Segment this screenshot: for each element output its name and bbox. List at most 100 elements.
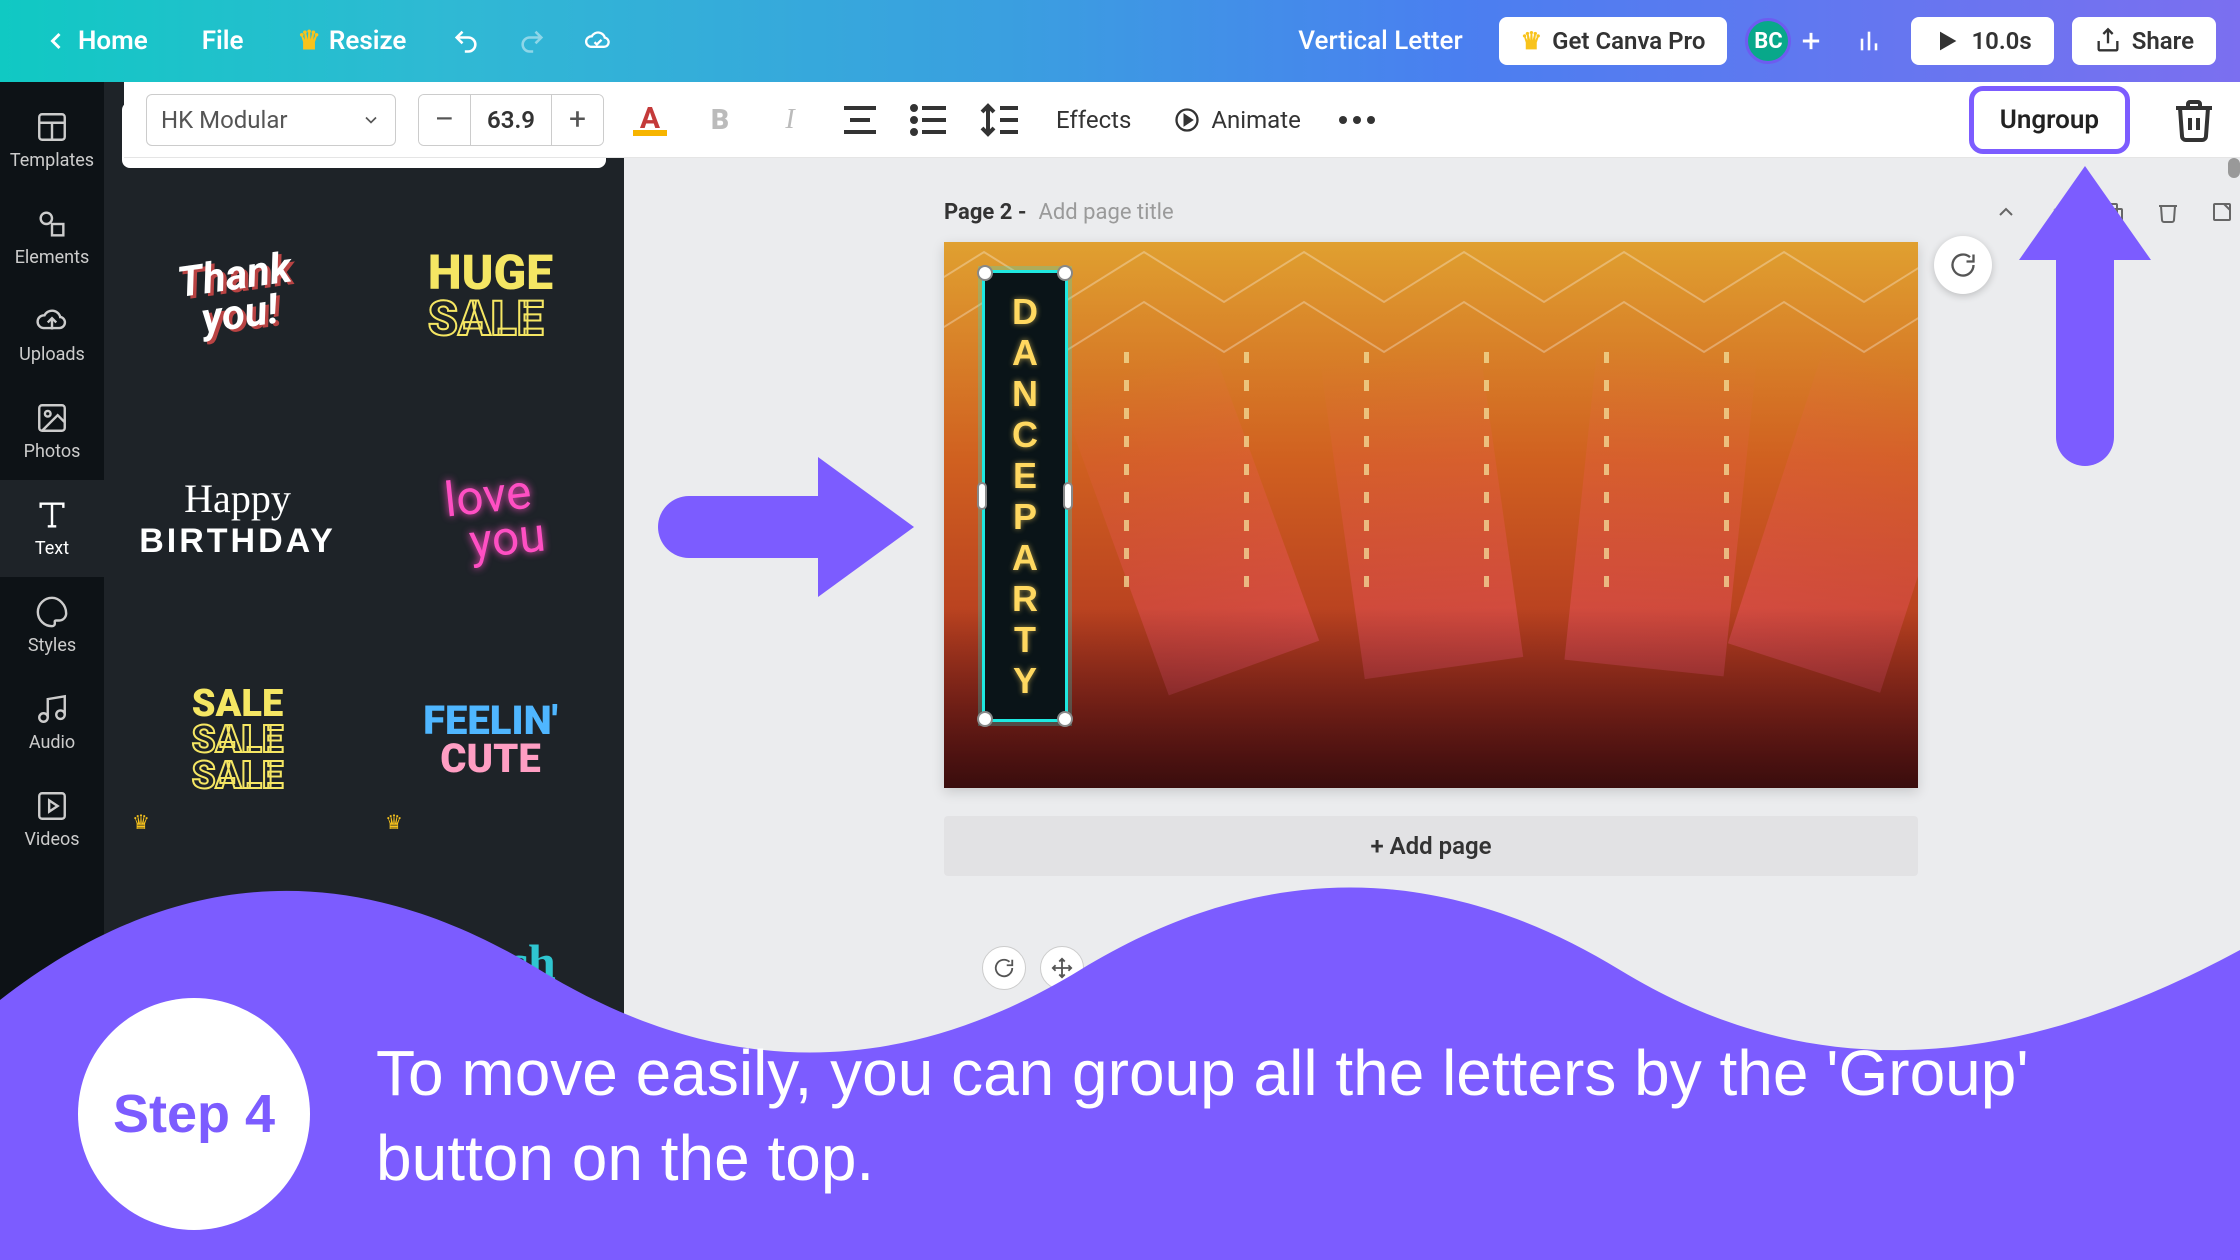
animate-button[interactable]: Animate bbox=[1163, 100, 1310, 140]
get-pro-button[interactable]: ♛ Get Canva Pro bbox=[1499, 17, 1728, 65]
avatar[interactable]: BC bbox=[1745, 18, 1791, 64]
bold-button[interactable]: B bbox=[696, 96, 744, 144]
selection-handle[interactable] bbox=[1057, 711, 1073, 727]
delete-button[interactable] bbox=[2170, 96, 2218, 144]
move-icon bbox=[1051, 957, 1073, 979]
new-page-icon bbox=[2210, 200, 2234, 224]
rotate-handle[interactable] bbox=[982, 946, 1026, 990]
light-string-decor bbox=[1604, 352, 1609, 588]
chevron-down-icon bbox=[361, 110, 381, 130]
text-template-sale-sale-sale[interactable]: SALESALESALE ♛ bbox=[122, 640, 353, 840]
music-icon bbox=[35, 692, 69, 726]
rail-uploads[interactable]: Uploads bbox=[0, 286, 104, 383]
dp-letter: A bbox=[1012, 537, 1038, 578]
trash-icon bbox=[2170, 96, 2218, 144]
bar-chart-icon bbox=[1855, 27, 1883, 55]
rail-text[interactable]: Text bbox=[0, 480, 104, 577]
rail-elements[interactable]: Elements bbox=[0, 189, 104, 286]
redo-button[interactable] bbox=[508, 17, 556, 65]
document-title[interactable]: Vertical Letter bbox=[1298, 26, 1462, 56]
redo-icon bbox=[518, 27, 546, 55]
spacing-button[interactable] bbox=[976, 96, 1024, 144]
templates-icon bbox=[35, 110, 69, 144]
light-string-decor bbox=[1724, 352, 1729, 588]
crown-icon: ♛ bbox=[298, 26, 321, 56]
font-size-group: – + bbox=[418, 94, 604, 146]
text-template-thank-you[interactable]: Thankyou! bbox=[122, 196, 353, 396]
context-toolbar: HK Modular – + A B I Effects Animate Ung… bbox=[124, 82, 2240, 158]
annotation-arrow-up bbox=[2020, 166, 2150, 466]
add-collaborator-button[interactable] bbox=[1795, 25, 1827, 57]
top-bar: Home File ♛ Resize Vertical Letter ♛ Get… bbox=[0, 0, 2240, 82]
rail-photos[interactable]: Photos bbox=[0, 383, 104, 480]
share-button[interactable]: Share bbox=[2072, 17, 2216, 65]
home-label: Home bbox=[78, 26, 148, 56]
selection-handle[interactable] bbox=[1063, 482, 1073, 510]
refresh-icon bbox=[1949, 251, 1977, 279]
list-button[interactable] bbox=[906, 96, 954, 144]
text-template-huge-sale[interactable]: HUGESALE bbox=[375, 196, 606, 396]
resize-button[interactable]: ♛ Resize bbox=[280, 16, 425, 66]
text-template-happy-birthday[interactable]: HappyBIRTHDAY bbox=[122, 418, 353, 618]
collaborators: BC bbox=[1745, 18, 1827, 64]
selection-handle[interactable] bbox=[977, 711, 993, 727]
text-template-love-you[interactable]: loveyou bbox=[375, 418, 606, 618]
selection-handle[interactable] bbox=[1057, 265, 1073, 281]
align-button[interactable] bbox=[836, 96, 884, 144]
cloud-check-icon bbox=[584, 27, 612, 55]
dp-letter: D bbox=[1012, 291, 1038, 332]
ungroup-button[interactable]: Ungroup bbox=[1969, 86, 2130, 154]
rail-audio[interactable]: Audio bbox=[0, 674, 104, 771]
light-string-decor bbox=[1484, 352, 1489, 588]
plus-icon bbox=[1797, 27, 1825, 55]
palette-icon bbox=[35, 595, 69, 629]
add-page-button[interactable]: + Add page bbox=[944, 816, 1918, 876]
page-title-input[interactable]: Add page title bbox=[1039, 200, 1174, 225]
text-icon bbox=[35, 498, 69, 532]
font-family-select[interactable]: HK Modular bbox=[146, 94, 396, 146]
crown-icon: ♛ bbox=[1521, 27, 1543, 55]
rail-templates[interactable]: Templates bbox=[0, 92, 104, 189]
font-size-increase[interactable]: + bbox=[551, 95, 603, 145]
light-string-decor bbox=[1124, 352, 1129, 588]
color-swatch bbox=[633, 130, 667, 136]
more-button[interactable] bbox=[1333, 96, 1381, 144]
rail-styles[interactable]: Styles bbox=[0, 577, 104, 674]
italic-button[interactable]: I bbox=[766, 96, 814, 144]
list-icon bbox=[906, 96, 954, 144]
regenerate-button[interactable] bbox=[1934, 236, 1992, 294]
effects-button[interactable]: Effects bbox=[1046, 100, 1141, 140]
insights-button[interactable] bbox=[1845, 17, 1893, 65]
cloud-sync-button[interactable] bbox=[574, 17, 622, 65]
page-number-label: Page 2 - bbox=[944, 200, 1027, 225]
design-canvas[interactable]: D A N C E P A R T Y bbox=[944, 242, 1918, 788]
new-page-button[interactable] bbox=[2204, 194, 2240, 230]
selection-handle[interactable] bbox=[977, 482, 987, 510]
file-menu[interactable]: File bbox=[184, 16, 262, 66]
present-button[interactable]: 10.0s bbox=[1911, 17, 2053, 65]
chevron-left-icon bbox=[42, 27, 70, 55]
rail-videos[interactable]: Videos bbox=[0, 771, 104, 868]
delete-page-button[interactable] bbox=[2150, 194, 2186, 230]
cloud-upload-icon bbox=[35, 304, 69, 338]
dp-letter: P bbox=[1013, 496, 1037, 537]
animate-icon bbox=[1173, 106, 1201, 134]
dp-letter: E bbox=[1013, 455, 1037, 496]
font-size-input[interactable] bbox=[471, 95, 551, 145]
home-button[interactable]: Home bbox=[24, 16, 166, 66]
light-string-decor bbox=[1244, 352, 1249, 588]
crowd-silhouette-decor bbox=[944, 608, 1918, 788]
text-template-feelin-cute[interactable]: FEELIN'CUTE ♛ bbox=[375, 640, 606, 840]
crown-icon: ♛ bbox=[132, 810, 150, 834]
play-icon bbox=[1933, 27, 1961, 55]
undo-button[interactable] bbox=[442, 17, 490, 65]
danceparty-text-group[interactable]: D A N C E P A R T Y bbox=[982, 270, 1068, 722]
dp-letter: N bbox=[1012, 373, 1038, 414]
text-color-button[interactable]: A bbox=[626, 96, 674, 144]
image-icon bbox=[35, 401, 69, 435]
font-size-decrease[interactable]: – bbox=[419, 95, 471, 145]
vertical-scrollbar[interactable] bbox=[2228, 158, 2240, 178]
dp-letter: C bbox=[1012, 414, 1038, 455]
selection-handle[interactable] bbox=[977, 265, 993, 281]
dp-letter: R bbox=[1012, 578, 1038, 619]
